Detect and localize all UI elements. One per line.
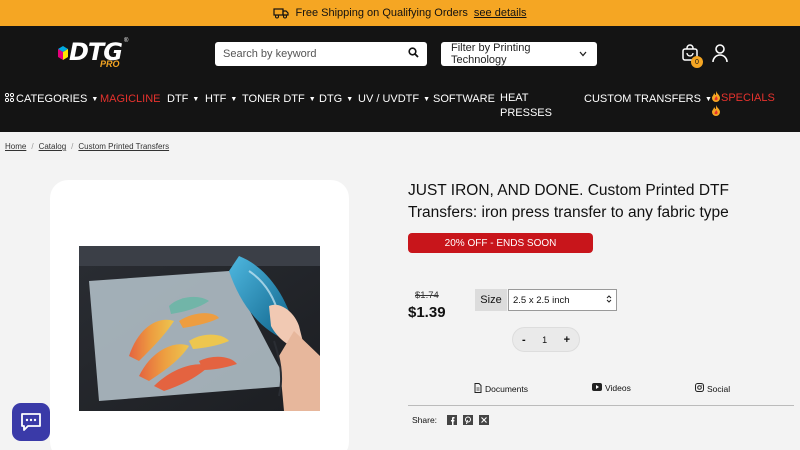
nav-label: TONER DTF	[242, 93, 305, 105]
cart-button[interactable]: 0	[681, 44, 703, 68]
announcement-text: Free Shipping on Qualifying Orders	[295, 7, 468, 19]
user-icon	[712, 44, 728, 63]
breadcrumb: Home / Catalog / Custom Printed Transfer…	[5, 142, 169, 151]
nav-label: DTF	[167, 93, 189, 105]
nav-item-software[interactable]: SOFTWARE	[433, 93, 495, 105]
tab-label: Videos	[605, 383, 631, 393]
main-nav: CATEGORIES ▼ MAGICLINE DTF ▼ HTF ▼ TONER DT…	[0, 82, 800, 132]
share-row: Share:	[412, 415, 490, 425]
tab-videos[interactable]: Videos	[592, 383, 631, 393]
site-header: DTG PRO ® Filter by Printing Technology …	[0, 26, 800, 82]
nav-item-heat-presses[interactable]: HEAT PRESSES	[500, 91, 560, 121]
product-title: JUST IRON, AND DONE. Custom Printed DTF …	[408, 182, 729, 221]
logo-registered-mark: ®	[124, 38, 129, 44]
nav-label: CUSTOM TRANSFERS	[584, 93, 701, 105]
search-input[interactable]	[223, 48, 408, 60]
sale-badge: 20% OFF - ENDS SOON	[408, 233, 593, 253]
breadcrumb-separator: /	[71, 142, 74, 151]
search-icon[interactable]	[408, 45, 419, 63]
nav-item-custom-transfers[interactable]: CUSTOM TRANSFERS ▼	[584, 93, 712, 105]
video-icon	[592, 383, 602, 393]
product-photo[interactable]	[79, 246, 320, 411]
grid-icon	[4, 92, 15, 105]
size-value: 2.5 x 2.5 inch	[513, 294, 570, 306]
x-twitter-icon[interactable]	[479, 415, 490, 425]
nav-label: SPECIALS	[721, 92, 775, 104]
nav-label: UV / UVDTF	[358, 93, 420, 105]
logo-subtext: PRO	[100, 59, 120, 69]
caret-down-icon: ▼	[308, 95, 316, 103]
tab-label: Documents	[485, 384, 528, 394]
announcement-bar: Free Shipping on Qualifying Orders see d…	[0, 0, 800, 26]
nav-label: CATEGORIES	[16, 93, 88, 105]
tab-documents[interactable]: Documents	[474, 383, 528, 395]
breadcrumb-catalog[interactable]: Catalog	[39, 142, 67, 151]
logo-cube-icon	[58, 46, 68, 60]
quantity-value[interactable]: 1	[542, 335, 547, 345]
nav-item-dtf[interactable]: DTF ▼	[167, 93, 199, 105]
size-label: Size	[475, 289, 507, 311]
nav-label: HTF	[205, 93, 227, 105]
account-button[interactable]	[711, 43, 729, 68]
caret-down-icon: ▼	[230, 95, 238, 103]
share-label: Share:	[412, 415, 438, 425]
chat-icon	[21, 413, 41, 431]
breadcrumb-home[interactable]: Home	[5, 142, 26, 151]
nav-item-htf[interactable]: HTF ▼	[205, 93, 237, 105]
breadcrumb-current[interactable]: Custom Printed Transfers	[78, 142, 169, 151]
nav-item-categories[interactable]: CATEGORIES ▼	[4, 92, 99, 105]
fire-icon	[711, 105, 721, 119]
truck-icon	[273, 7, 290, 19]
nav-item-uv-uvdtf[interactable]: UV / UVDTF ▼	[358, 93, 430, 105]
pinterest-icon[interactable]	[463, 415, 474, 425]
document-icon	[474, 383, 482, 395]
quantity-increase-button[interactable]: +	[564, 334, 570, 346]
chat-widget-button[interactable]	[12, 403, 50, 441]
nav-item-toner-dtf[interactable]: TONER DTF ▼	[242, 93, 316, 105]
product-info-tabs: Documents Videos Social	[408, 380, 794, 406]
logo[interactable]: DTG PRO ®	[58, 38, 130, 70]
breadcrumb-separator: /	[31, 142, 34, 151]
nav-label: MAGICLINE	[100, 93, 161, 105]
caret-down-icon: ▼	[423, 95, 431, 103]
current-price: $1.39	[408, 304, 446, 321]
filter-label: Filter by Printing Technology	[451, 42, 531, 66]
caret-down-icon: ▼	[192, 95, 200, 103]
see-details-link[interactable]: see details	[474, 7, 527, 19]
tab-label: Social	[707, 383, 731, 394]
cart-count-badge: 0	[691, 56, 703, 68]
fire-icon	[711, 91, 721, 105]
nav-item-specials[interactable]: SPECIALS	[711, 91, 775, 119]
nav-label: HEAT PRESSES	[500, 92, 552, 119]
filter-printing-technology-select[interactable]: Filter by Printing Technology	[441, 42, 597, 66]
search-box	[215, 42, 427, 66]
select-arrows-icon	[606, 294, 612, 307]
nav-label: SOFTWARE	[433, 93, 495, 105]
caret-down-icon: ▼	[91, 95, 99, 103]
nav-label: DTG	[319, 93, 343, 105]
original-price: $1.74	[415, 290, 439, 301]
quantity-stepper: - 1 +	[512, 327, 580, 352]
size-select[interactable]: 2.5 x 2.5 inch	[508, 289, 617, 311]
nav-item-magicline[interactable]: MAGICLINE	[100, 93, 161, 105]
facebook-icon[interactable]	[447, 415, 458, 425]
chevron-down-icon	[579, 48, 587, 60]
instagram-icon	[695, 383, 704, 394]
nav-item-dtg[interactable]: DTG ▼	[319, 93, 353, 105]
caret-down-icon: ▼	[346, 95, 354, 103]
quantity-decrease-button[interactable]: -	[522, 334, 526, 346]
tab-social[interactable]: Social	[695, 383, 730, 394]
